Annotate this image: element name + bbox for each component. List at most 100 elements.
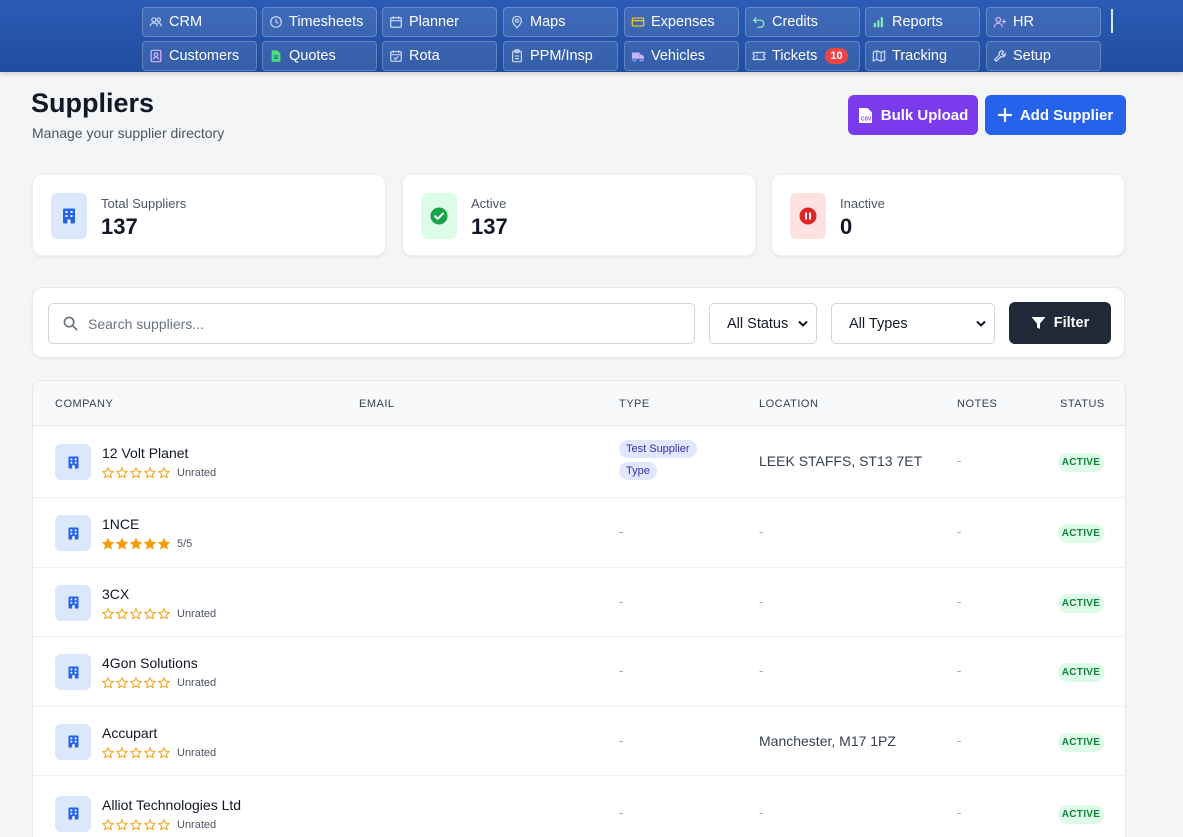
star-icon[interactable]	[144, 607, 156, 620]
bar-chart-icon	[873, 17, 883, 28]
type-cell: -	[619, 593, 624, 609]
company-name[interactable]: 1NCE	[102, 516, 139, 532]
nav-label: Rota	[409, 48, 440, 64]
star-icon[interactable]	[144, 677, 156, 689]
star-icon[interactable]	[158, 818, 170, 831]
star-icon[interactable]	[102, 538, 114, 550]
star-icon[interactable]	[158, 677, 170, 689]
star-icon[interactable]	[102, 467, 114, 479]
star-icon[interactable]	[116, 607, 128, 620]
rating-label: Unrated	[177, 607, 217, 620]
star-icon[interactable]	[116, 467, 128, 479]
map-icon	[872, 50, 886, 62]
star-icon[interactable]	[130, 746, 142, 759]
bulk-upload-button[interactable]: CSV Bulk Upload	[848, 95, 978, 135]
star-icon[interactable]	[130, 607, 142, 620]
star-rating[interactable]: Unrated	[102, 746, 216, 759]
type-cell: -	[619, 804, 624, 820]
nav-hr[interactable]: HR	[986, 7, 1101, 37]
stat-label: Active	[471, 196, 507, 211]
star-icon[interactable]	[102, 818, 114, 831]
star-icon[interactable]	[116, 677, 128, 689]
star-icon[interactable]	[130, 677, 142, 689]
status-select[interactable]: All Status	[709, 303, 817, 344]
company-name[interactable]: 3CX	[102, 586, 129, 602]
table-row[interactable]: Accupart Unrated - Manchester, M17 1PZ - ACTI…	[33, 707, 1125, 776]
star-icon[interactable]	[130, 467, 142, 479]
nav-label: Credits	[772, 14, 818, 30]
nav-expenses[interactable]: Expenses	[624, 7, 739, 37]
star-icon[interactable]	[158, 607, 170, 620]
nav-vehicles[interactable]: Vehicles	[624, 41, 739, 71]
nav-rota[interactable]: Rota	[382, 41, 497, 71]
nav-label: Vehicles	[651, 48, 706, 64]
company-name[interactable]: 4Gon Solutions	[102, 655, 198, 671]
nav-crm[interactable]: CRM	[142, 7, 257, 37]
rating-label: 5/5	[177, 538, 193, 550]
star-rating[interactable]: Unrated	[102, 677, 216, 689]
column-header-company[interactable]: COMPANY	[55, 398, 113, 410]
star-icon[interactable]	[116, 818, 128, 831]
nav-customers[interactable]: Customers	[142, 41, 257, 71]
star-icon[interactable]	[116, 538, 128, 550]
add-supplier-button[interactable]: Add Supplier	[985, 95, 1126, 135]
stat-value: 137	[471, 214, 508, 239]
nav-label: Expenses	[651, 14, 715, 30]
star-icon[interactable]	[130, 538, 142, 550]
company-name[interactable]: Accupart	[102, 725, 157, 741]
star-icon[interactable]	[102, 746, 114, 759]
star-icon[interactable]	[102, 607, 114, 620]
location-cell: LEEK STAFFS, ST13 7ET	[759, 453, 923, 469]
nav-setup[interactable]: Setup	[986, 41, 1101, 71]
company-name[interactable]: 12 Volt Planet	[102, 445, 188, 461]
table-row[interactable]: 1NCE 5/5 - - - ACTIVE	[33, 498, 1125, 568]
column-header-status[interactable]: STATUS	[1060, 398, 1105, 410]
nav-ppm-insp[interactable]: PPM/Insp	[503, 41, 618, 71]
filter-button[interactable]: Filter	[1009, 302, 1111, 344]
building-icon	[51, 193, 87, 239]
star-icon[interactable]	[144, 746, 156, 759]
nav-tracking[interactable]: Tracking	[865, 41, 980, 71]
star-rating[interactable]: Unrated	[102, 467, 216, 479]
star-icon[interactable]	[158, 467, 170, 479]
table-row[interactable]: 3CX Unrated - - - ACTIVE	[33, 568, 1125, 637]
nav-quotes[interactable]: Quotes	[262, 41, 377, 71]
table-row[interactable]: Alliot Technologies Ltd Unrated - - - ACTIVE	[33, 776, 1125, 837]
status-select-value: All Status	[727, 315, 789, 332]
table-row[interactable]: 4Gon Solutions Unrated - - - ACTIVE	[33, 637, 1125, 707]
column-header-type[interactable]: TYPE	[619, 398, 650, 410]
pause-circle-icon	[790, 193, 826, 239]
users-icon	[149, 17, 162, 27]
table-row[interactable]: 12 Volt Planet Unrated Test Supplier Type L…	[33, 426, 1125, 498]
status-badge: ACTIVE	[1058, 732, 1104, 752]
star-icon[interactable]	[144, 467, 156, 479]
star-icon[interactable]	[130, 818, 142, 831]
column-header-location[interactable]: LOCATION	[759, 398, 818, 410]
star-rating[interactable]: 5/5	[102, 538, 192, 550]
stat-value: 137	[101, 214, 138, 239]
nav-reports[interactable]: Reports	[865, 7, 980, 37]
contact-icon	[150, 49, 162, 63]
nav-credits[interactable]: Credits	[745, 7, 860, 37]
star-icon[interactable]	[144, 818, 156, 831]
star-rating[interactable]: Unrated	[102, 607, 217, 620]
nav-tickets[interactable]: Tickets 10	[745, 41, 860, 71]
star-icon[interactable]	[102, 677, 114, 689]
star-icon[interactable]	[158, 538, 170, 550]
top-navigation: CRM Timesheets Planner Maps Expenses Cre…	[0, 0, 1183, 72]
star-icon[interactable]	[116, 746, 128, 759]
star-icon[interactable]	[158, 746, 170, 759]
search-input[interactable]	[88, 315, 648, 332]
nav-maps[interactable]: Maps	[503, 7, 618, 37]
nav-planner[interactable]: Planner	[382, 7, 497, 37]
types-select[interactable]: All Types	[831, 303, 995, 344]
nav-label: Reports	[892, 14, 943, 30]
company-name[interactable]: Alliot Technologies Ltd	[102, 797, 241, 813]
nav-timesheets[interactable]: Timesheets	[262, 7, 377, 37]
chevron-down-icon	[976, 320, 986, 327]
location-cell: -	[759, 804, 764, 820]
star-icon[interactable]	[144, 538, 156, 550]
column-header-email[interactable]: EMAIL	[359, 398, 395, 410]
star-rating[interactable]: Unrated	[102, 818, 216, 831]
column-header-notes[interactable]: NOTES	[957, 398, 997, 410]
